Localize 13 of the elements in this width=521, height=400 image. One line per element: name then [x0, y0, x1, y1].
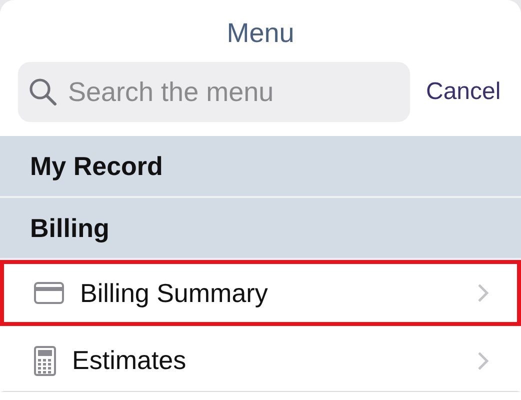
- section-header: Billing: [0, 198, 521, 260]
- chevron-icon: [477, 350, 489, 370]
- menu-item[interactable]: Estimates: [0, 326, 521, 392]
- section-header: My Record: [0, 136, 521, 198]
- menu-item[interactable]: Billing Summary: [0, 260, 521, 326]
- chevron-icon: [477, 283, 489, 303]
- search-field[interactable]: Search the menu: [18, 62, 410, 122]
- cancel-button[interactable]: Cancel: [426, 78, 501, 106]
- calculator-icon: [34, 346, 56, 376]
- credit-card-icon: [34, 282, 64, 304]
- menu-title: Menu: [226, 17, 296, 50]
- menu-item-label: Estimates: [72, 345, 188, 376]
- menu-item-label: Billing Summary: [80, 278, 269, 308]
